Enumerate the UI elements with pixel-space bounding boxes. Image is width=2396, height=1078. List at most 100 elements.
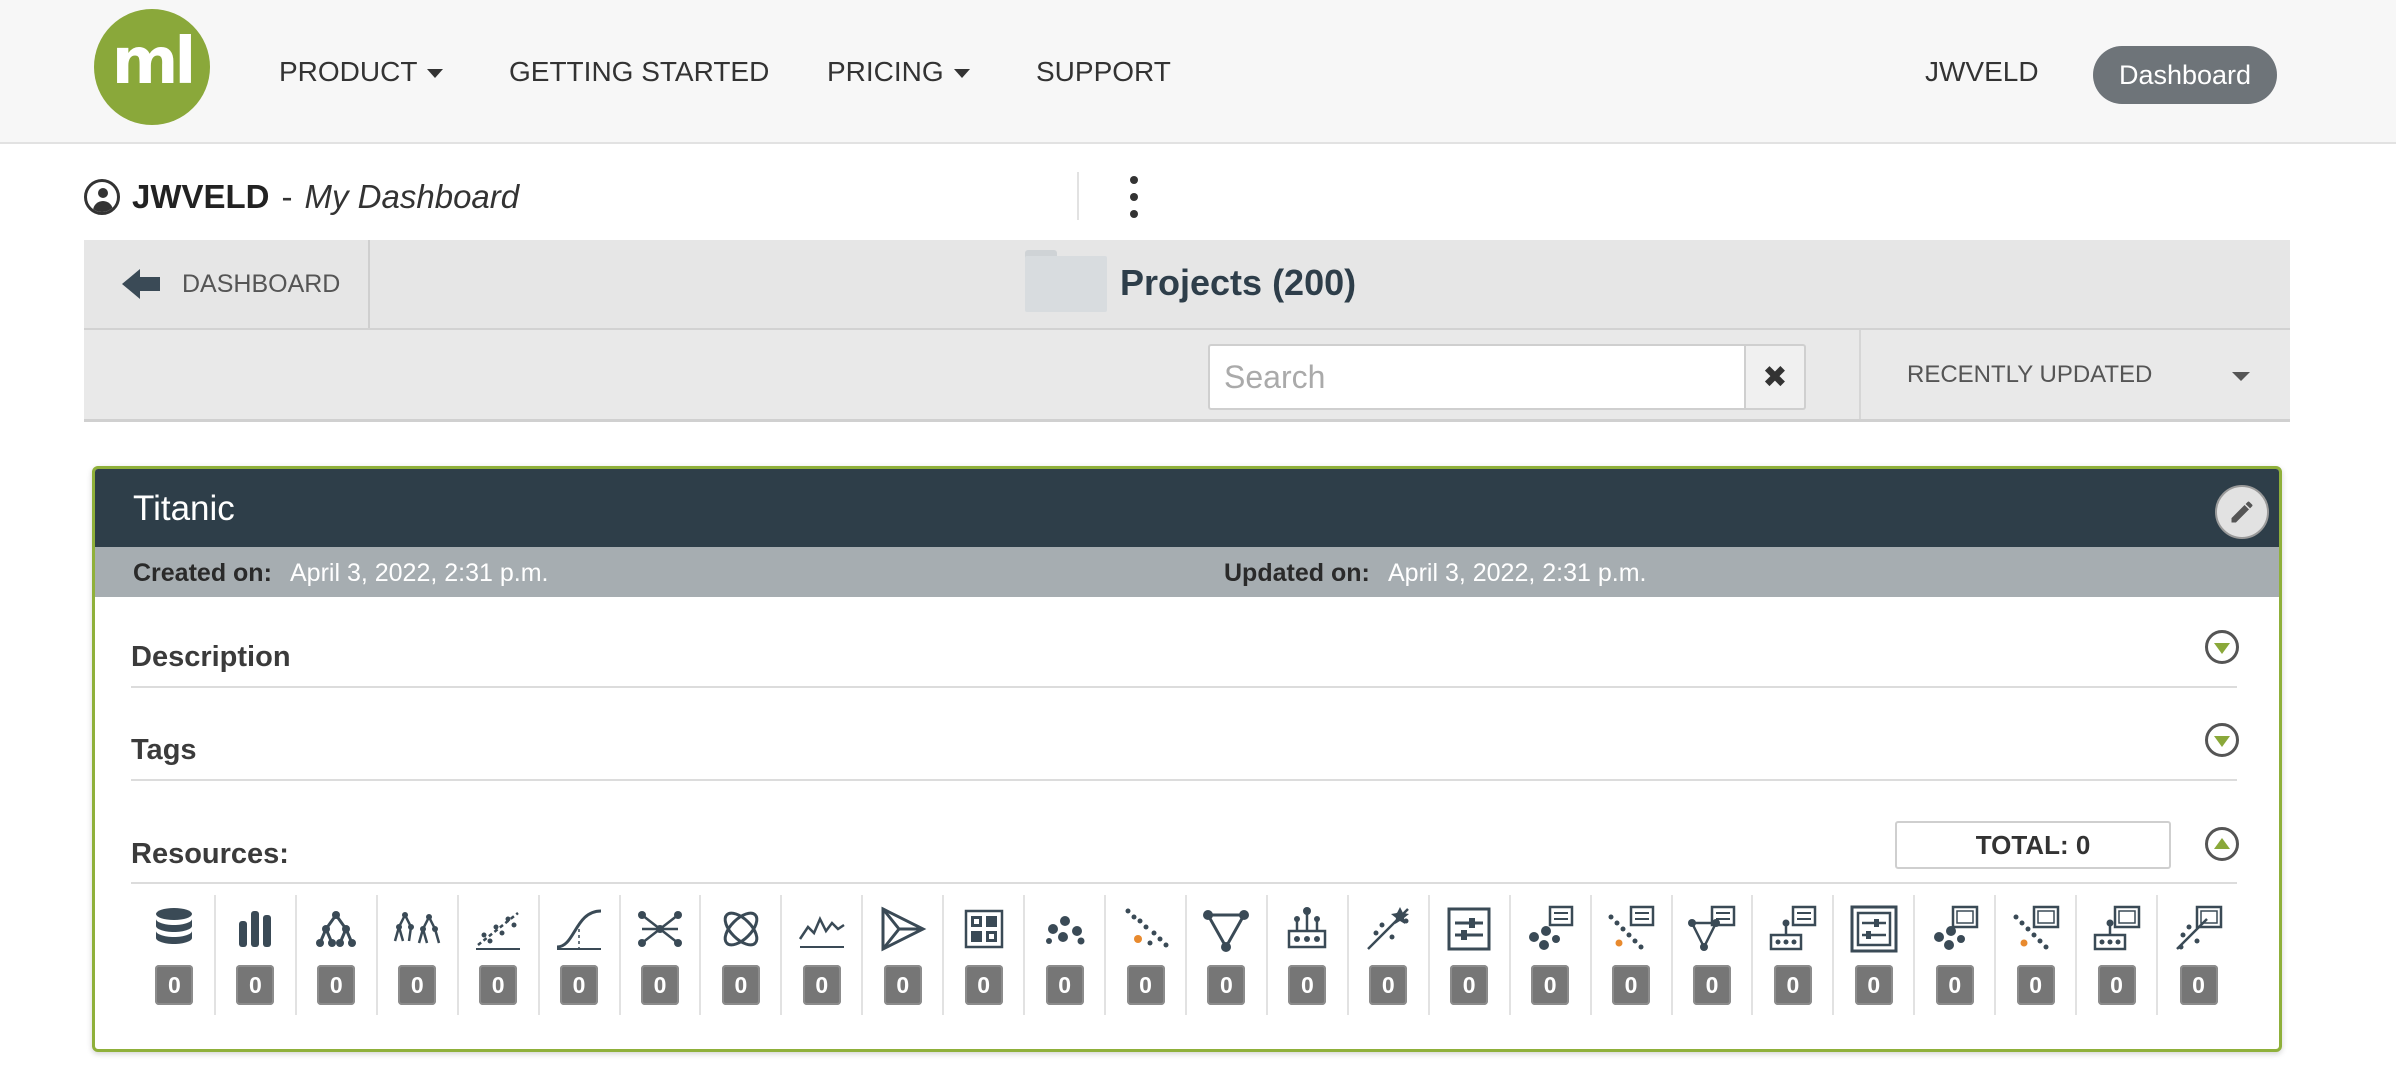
expand-description-icon[interactable] — [2205, 630, 2239, 664]
resource-linear-regression[interactable]: 0 — [459, 895, 540, 1015]
clear-search-icon[interactable]: ✖ — [1746, 344, 1806, 410]
nav-getting-started[interactable]: GETTING STARTED — [509, 56, 769, 88]
folder-icon — [1025, 250, 1107, 312]
resource-count: 0 — [2016, 965, 2055, 1005]
back-to-dashboard-button[interactable]: DASHBOARD — [84, 240, 370, 328]
logo-text: ml — [111, 25, 197, 99]
resource-dataset[interactable]: 0 — [216, 895, 297, 1015]
association-icon — [1203, 910, 1250, 952]
user-dashboard-heading: JWVELD - My Dashboard — [84, 174, 519, 220]
batch-projection-icon — [2175, 905, 2222, 950]
resource-count: 0 — [1692, 965, 1731, 1005]
updated-label: Updated on: — [1224, 559, 1370, 587]
project-card[interactable]: Titanic Created on: April 3, 2022, 2:31 … — [92, 466, 2282, 1052]
resource-count: 0 — [398, 965, 437, 1005]
resource-ensemble[interactable]: 0 — [378, 895, 459, 1015]
resource-count: 0 — [1531, 965, 1570, 1005]
nav-getting-started-label: GETTING STARTED — [509, 56, 770, 87]
resource-count: 0 — [1612, 965, 1651, 1005]
resource-optiml[interactable]: 0 — [863, 895, 945, 1015]
edit-pencil-icon[interactable] — [2215, 485, 2269, 539]
resource-batch-anomaly-score[interactable]: 0 — [1996, 895, 2078, 1015]
resource-count: 0 — [1288, 965, 1327, 1005]
nav-product[interactable]: PRODUCT — [279, 56, 444, 88]
resource-deepnet[interactable]: 0 — [621, 895, 702, 1015]
resource-count: 0 — [1854, 965, 1893, 1005]
search-input[interactable] — [1208, 344, 1746, 410]
dashboard-button[interactable]: Dashboard — [2093, 46, 2277, 104]
resource-count: 0 — [317, 965, 356, 1005]
model-icon — [316, 911, 357, 947]
resource-time-series[interactable]: 0 — [782, 895, 864, 1015]
resource-topic-model[interactable]: 0 — [1268, 895, 1349, 1015]
source-icon — [156, 908, 193, 944]
back-label: DASHBOARD — [182, 269, 341, 298]
tags-heading: Tags — [131, 734, 197, 766]
resource-source[interactable]: 0 — [135, 895, 216, 1015]
evaluation-icon — [1447, 907, 1491, 951]
resource-count: 0 — [560, 965, 599, 1005]
resource-count: 0 — [2097, 965, 2136, 1005]
resource-prediction[interactable]: 0 — [1349, 895, 1430, 1015]
prediction-icon — [1367, 907, 1410, 950]
resource-count: 0 — [479, 965, 518, 1005]
expand-tags-icon[interactable] — [2205, 723, 2239, 757]
fusion-icon — [723, 911, 759, 947]
deepnet-icon — [637, 911, 682, 947]
username: JWVELD — [132, 178, 270, 215]
sort-label: RECENTLY UPDATED — [1907, 360, 2153, 388]
divider — [131, 686, 2237, 688]
centroid-icon — [1529, 905, 1574, 950]
resource-pca[interactable]: 0 — [944, 895, 1026, 1015]
more-options-icon[interactable] — [1122, 172, 1146, 222]
resource-fusion[interactable]: 0 — [701, 895, 783, 1015]
collapse-resources-icon[interactable] — [2205, 827, 2239, 861]
sort-dropdown[interactable]: RECENTLY UPDATED — [1859, 330, 2290, 419]
resource-evaluation[interactable]: 0 — [1430, 895, 1511, 1015]
topic-distribution-icon — [1769, 905, 1817, 951]
resource-topic-distribution[interactable]: 0 — [1753, 895, 1835, 1015]
project-card-header: Titanic — [95, 469, 2279, 547]
user-icon — [84, 179, 120, 215]
nav-user[interactable]: JWVELD — [1925, 56, 2039, 88]
resource-association[interactable]: 0 — [1187, 895, 1268, 1015]
nav-user-label: JWVELD — [1925, 56, 2039, 87]
resource-count: 0 — [236, 965, 275, 1005]
bigml-logo[interactable]: ml — [94, 9, 210, 125]
resources-row: 0 0 0 0 0 0 0 0 0 0 0 0 0 0 0 0 0 0 0 0 … — [135, 895, 2239, 1015]
project-title[interactable]: Titanic — [133, 489, 235, 529]
resource-model[interactable]: 0 — [297, 895, 378, 1015]
resource-count: 0 — [1773, 965, 1812, 1005]
resource-association-set[interactable]: 0 — [1673, 895, 1754, 1015]
cluster-icon — [1045, 916, 1085, 945]
resource-count: 0 — [1126, 965, 1165, 1005]
resource-batch-projection[interactable]: 0 — [2158, 895, 2239, 1015]
resource-batch-centroid[interactable]: 0 — [1915, 895, 1997, 1015]
resource-batch-topic-distribution[interactable]: 0 — [2077, 895, 2159, 1015]
nav-pricing[interactable]: PRICING — [827, 56, 970, 88]
divider — [131, 779, 2237, 781]
arrow-left-icon — [122, 269, 162, 299]
association-set-icon — [1687, 905, 1736, 951]
nav-support[interactable]: SUPPORT — [1036, 56, 1171, 88]
resource-count: 0 — [721, 965, 760, 1005]
divider — [1077, 172, 1079, 220]
resource-count: 0 — [1369, 965, 1408, 1005]
batch-topic-distribution-icon — [2093, 905, 2140, 951]
resource-cluster[interactable]: 0 — [1025, 895, 1107, 1015]
resource-anomaly[interactable]: 0 — [1106, 895, 1187, 1015]
logistic-regression-icon — [556, 909, 602, 950]
batch-anomaly-score-icon — [2013, 905, 2059, 950]
caret-down-icon — [953, 68, 970, 78]
optiml-icon — [881, 906, 927, 952]
project-dates: Created on: April 3, 2022, 2:31 p.m. Upd… — [95, 547, 2279, 597]
resource-batch-prediction[interactable]: 0 — [1834, 895, 1916, 1015]
caret-down-icon — [2232, 372, 2250, 381]
resource-logistic-regression[interactable]: 0 — [540, 895, 621, 1015]
resource-anomaly-score[interactable]: 0 — [1592, 895, 1673, 1015]
description-heading: Description — [131, 641, 291, 673]
dashboard-subtitle: My Dashboard — [304, 178, 520, 215]
pca-icon — [964, 909, 1003, 949]
resource-centroid[interactable]: 0 — [1511, 895, 1592, 1015]
dataset-icon — [239, 911, 272, 947]
